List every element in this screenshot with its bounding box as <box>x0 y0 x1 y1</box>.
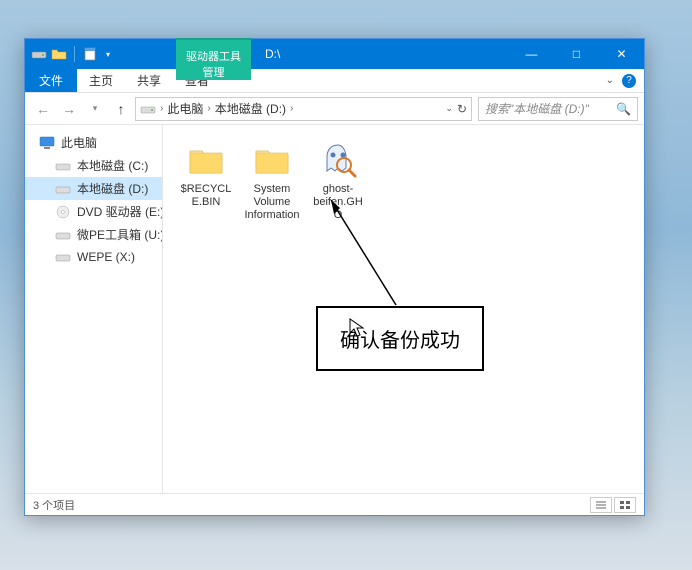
tree-this-pc[interactable]: 此电脑 <box>25 131 162 154</box>
tree-wepe-u[interactable]: 微PE工具箱 (U:) <box>25 223 162 246</box>
statusbar: 3 个项目 <box>25 493 644 515</box>
tree-drive-d[interactable]: 本地磁盘 (D:) <box>25 177 162 200</box>
tree-wepe-x[interactable]: WEPE (X:) <box>25 246 162 268</box>
ribbon-tab-home[interactable]: 主页 <box>77 69 125 92</box>
breadcrumb-sep-icon[interactable]: › <box>288 103 295 114</box>
breadcrumb-sep-icon[interactable]: › <box>158 103 165 114</box>
tree-item-label: WEPE (X:) <box>77 250 135 264</box>
disk-icon <box>55 181 71 197</box>
details-view-button[interactable] <box>590 497 612 513</box>
ribbon-collapse-icon[interactable]: ⌄ <box>606 75 614 86</box>
explorer-window: ▾ 驱动器工具 管理 D:\ — □ ✕ 文件 主页 共享 查看 ⌄ ? ← →… <box>24 38 645 516</box>
breadcrumb-dropdown-icon[interactable]: ⌄ <box>445 103 453 114</box>
file-item-ghost[interactable]: ghost-beifen.GHO <box>309 139 367 222</box>
window-title: D:\ <box>251 39 294 69</box>
disk-icon <box>55 158 71 174</box>
properties-icon[interactable] <box>82 46 98 62</box>
tree-dvd[interactable]: DVD 驱动器 (E:) CI <box>25 200 162 223</box>
folder-icon <box>252 139 292 179</box>
ribbon: 文件 主页 共享 查看 ⌄ ? <box>25 69 644 93</box>
tree-item-label: DVD 驱动器 (E:) CI <box>77 203 162 220</box>
ghost-icon <box>318 139 358 179</box>
view-switcher <box>590 497 636 513</box>
file-item-recycle[interactable]: $RECYCLE.BIN <box>177 139 235 209</box>
disk-icon <box>55 249 71 265</box>
titlebar[interactable]: ▾ 驱动器工具 管理 D:\ — □ ✕ <box>25 39 644 69</box>
contextual-tab-label: 驱动器工具 <box>186 48 241 64</box>
annotation-box: 确认备份成功 <box>316 306 484 371</box>
tree-drive-c[interactable]: 本地磁盘 (C:) <box>25 154 162 177</box>
search-placeholder: 搜索"本地磁盘 (D:)" <box>485 100 589 117</box>
nav-tree[interactable]: 此电脑 本地磁盘 (C:) 本地磁盘 (D:) DVD 驱动器 (E:) CI … <box>25 125 163 493</box>
breadcrumb-drive[interactable]: 本地磁盘 (D:) <box>215 100 286 117</box>
tree-item-label: 本地磁盘 (C:) <box>77 157 148 174</box>
file-label: $RECYCLE.BIN <box>177 183 235 209</box>
folder-icon[interactable] <box>51 46 67 62</box>
tree-item-label: 此电脑 <box>61 134 97 151</box>
breadcrumb-sep-icon[interactable]: › <box>205 103 212 114</box>
manage-tab-label: 管理 <box>203 64 225 80</box>
search-icon[interactable]: 🔍 <box>616 102 631 116</box>
help-icon[interactable]: ? <box>622 74 636 88</box>
back-button[interactable]: ← <box>31 97 55 121</box>
minimize-button[interactable]: — <box>509 39 554 69</box>
up-button[interactable]: ↑ <box>109 97 133 121</box>
disk-icon <box>55 227 71 243</box>
breadcrumb[interactable]: › 此电脑 › 本地磁盘 (D:) › ⌄ ↻ <box>135 97 472 121</box>
contextual-tab-drive-tools[interactable]: 驱动器工具 管理 <box>176 38 251 80</box>
ribbon-file-tab[interactable]: 文件 <box>25 69 77 92</box>
forward-button[interactable]: → <box>57 97 81 121</box>
breadcrumb-this-pc[interactable]: 此电脑 <box>167 100 203 117</box>
window-controls: — □ ✕ <box>509 39 644 69</box>
file-label: System Volume Information <box>243 183 301 222</box>
close-button[interactable]: ✕ <box>599 39 644 69</box>
drive-icon <box>31 46 47 62</box>
dvd-icon <box>55 204 71 220</box>
folder-icon <box>186 139 226 179</box>
breadcrumb-right: ⌄ ↻ <box>445 102 467 116</box>
tree-item-label: 微PE工具箱 (U:) <box>77 226 162 243</box>
qat: ▾ <box>25 39 114 69</box>
file-label: ghost-beifen.GHO <box>309 183 367 222</box>
tree-item-label: 本地磁盘 (D:) <box>77 180 148 197</box>
ribbon-tab-share[interactable]: 共享 <box>125 69 173 92</box>
refresh-icon[interactable]: ↻ <box>457 102 467 116</box>
file-item-svi[interactable]: System Volume Information <box>243 139 301 222</box>
recent-dropdown-icon[interactable]: ▾ <box>83 97 107 121</box>
status-text: 3 个项目 <box>33 497 75 513</box>
navbar: ← → ▾ ↑ › 此电脑 › 本地磁盘 (D:) › ⌄ ↻ 搜索"本地磁盘 … <box>25 93 644 125</box>
drive-breadcrumb-icon <box>140 101 156 117</box>
icons-view-button[interactable] <box>614 497 636 513</box>
qat-dropdown-icon[interactable]: ▾ <box>102 50 114 59</box>
search-input[interactable]: 搜索"本地磁盘 (D:)" 🔍 <box>478 97 638 121</box>
ribbon-right: ⌄ ? <box>606 69 644 92</box>
qat-separator <box>74 46 75 62</box>
computer-icon <box>39 135 55 151</box>
cursor-icon <box>349 318 365 338</box>
maximize-button[interactable]: □ <box>554 39 599 69</box>
